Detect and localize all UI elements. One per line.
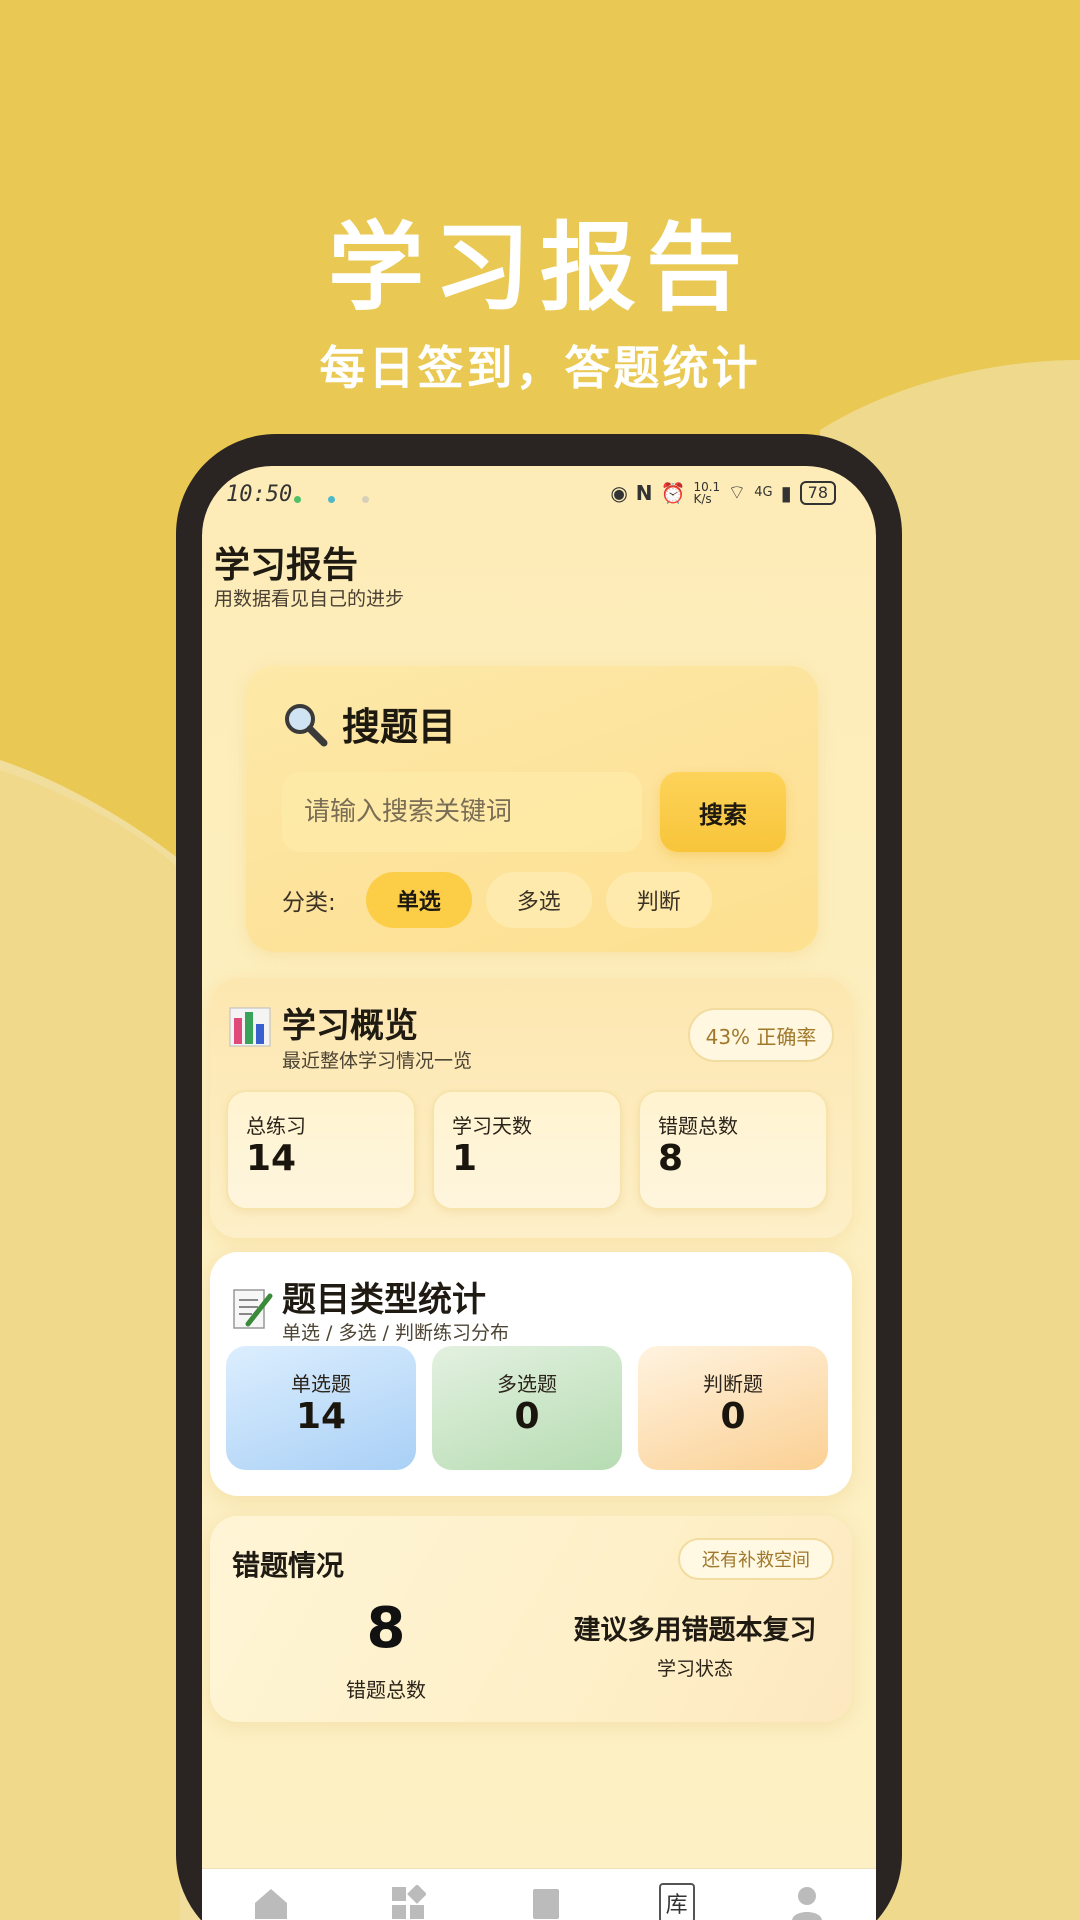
apps-icon — [392, 1885, 427, 1919]
overview-title: 学习概览 — [282, 1006, 418, 1046]
notification-dot-icon — [294, 496, 301, 503]
nav-apps[interactable] — [383, 1883, 433, 1920]
type-single-choice: 单选题 14 — [226, 1346, 416, 1470]
search-header: 搜题目 — [282, 696, 456, 751]
accuracy-badge: 43% 正确率 — [688, 1008, 834, 1062]
stat-total-practice: 总练习 14 — [226, 1090, 416, 1210]
wrong-count: 8 — [366, 1596, 406, 1661]
category-chip-single[interactable]: 单选 — [365, 872, 472, 928]
study-status-label: 学习状态 — [656, 1658, 733, 1680]
search-input[interactable] — [282, 772, 642, 852]
nav-profile[interactable] — [782, 1883, 832, 1920]
wrong-questions-card: 错题情况 还有补救空间 8 错题总数 建议多用错题本复习 学习状态 — [210, 1516, 852, 1722]
search-icon — [285, 703, 328, 746]
category-chip-judge[interactable]: 判断 — [605, 872, 712, 928]
wifi-icon: ⌔ — [727, 480, 747, 504]
nav-home[interactable] — [246, 1883, 296, 1920]
type-stats-subtitle: 单选 / 多选 / 判断练习分布 — [282, 1322, 509, 1344]
wrong-title: 错题情况 — [232, 1549, 345, 1582]
status-time: 10:50 — [226, 482, 293, 507]
stat-value: 1 — [452, 1138, 478, 1179]
nfc-icon: N — [635, 480, 653, 505]
search-button[interactable]: 搜索 — [660, 772, 786, 852]
notification-dot-icon — [328, 496, 336, 503]
eye-icon: ◉ — [610, 480, 628, 505]
stat-wrong-total: 错题总数 8 — [638, 1090, 828, 1210]
type-label: 单选题 — [291, 1372, 351, 1396]
network-type: 4G — [754, 485, 773, 500]
type-stats-card: 题目类型统计 单选 / 多选 / 判断练习分布 单选题 14 多选题 0 判断题… — [210, 1252, 852, 1496]
hero-subtitle: 每日签到，答题统计 — [319, 341, 761, 395]
alarm-icon: ⏰ — [660, 480, 686, 505]
library-icon: 库 — [665, 1893, 688, 1918]
stat-label: 总练习 — [246, 1114, 306, 1138]
nav-library[interactable]: 库 — [658, 1883, 695, 1920]
wrong-count-label: 错题总数 — [346, 1678, 426, 1702]
signal-icon: ▮ — [780, 480, 792, 505]
type-stats-title: 题目类型统计 — [282, 1280, 486, 1320]
remedy-badge: 还有补救空间 — [678, 1538, 834, 1580]
type-label: 多选题 — [497, 1372, 557, 1396]
stat-value: 14 — [246, 1138, 297, 1179]
study-advice: 建议多用错题本复习 — [573, 1615, 817, 1646]
phone-screen: 10:50 ◉ N ⏰ 10.1 K/s ⌔ 4G ▮ 78 学习报告 用数据看… — [202, 466, 876, 1920]
network-speed: 10.1 K/s — [693, 479, 721, 506]
category-label: 分类: — [282, 890, 336, 916]
home-icon — [254, 1889, 287, 1919]
hero-title: 学习报告 — [328, 212, 752, 324]
stat-value: 8 — [658, 1138, 684, 1179]
notification-dots — [294, 488, 391, 507]
overview-subtitle: 最近整体学习情况一览 — [282, 1050, 473, 1072]
bottom-nav: 库 — [202, 1868, 876, 1920]
notification-dot-icon — [362, 496, 370, 503]
status-bar: 10:50 ◉ N ⏰ 10.1 K/s ⌔ 4G ▮ 78 — [202, 466, 876, 524]
bar-chart-icon — [229, 1007, 271, 1047]
category-row: 分类: 单选 多选 判断 — [282, 872, 726, 928]
type-value: 14 — [295, 1396, 347, 1437]
page-subtitle: 用数据看见自己的进步 — [214, 588, 405, 610]
stat-study-days: 学习天数 1 — [432, 1090, 622, 1210]
overview-card: 学习概览 最近整体学习情况一览 43% 正确率 总练习 14 学习天数 1 错题… — [210, 978, 852, 1238]
type-label: 判断题 — [703, 1372, 763, 1396]
type-multiple-choice: 多选题 0 — [432, 1346, 622, 1470]
search-card: 搜题目 搜索 分类: 单选 多选 判断 — [246, 666, 818, 952]
type-true-false: 判断题 0 — [638, 1346, 828, 1470]
nav-book[interactable] — [521, 1883, 571, 1920]
page-title: 学习报告 — [214, 545, 359, 586]
stat-label: 错题总数 — [658, 1114, 738, 1138]
profile-icon — [792, 1887, 822, 1920]
type-value: 0 — [514, 1396, 540, 1437]
type-value: 0 — [720, 1396, 746, 1437]
status-icons: ◉ N ⏰ 10.1 K/s ⌔ 4G ▮ 78 — [610, 480, 836, 505]
memo-icon — [233, 1289, 273, 1329]
category-chip-multiple[interactable]: 多选 — [485, 872, 592, 928]
battery-icon: 78 — [799, 480, 836, 505]
stat-label: 学习天数 — [452, 1114, 532, 1138]
search-title: 搜题目 — [342, 705, 457, 749]
book-icon — [532, 1889, 559, 1919]
